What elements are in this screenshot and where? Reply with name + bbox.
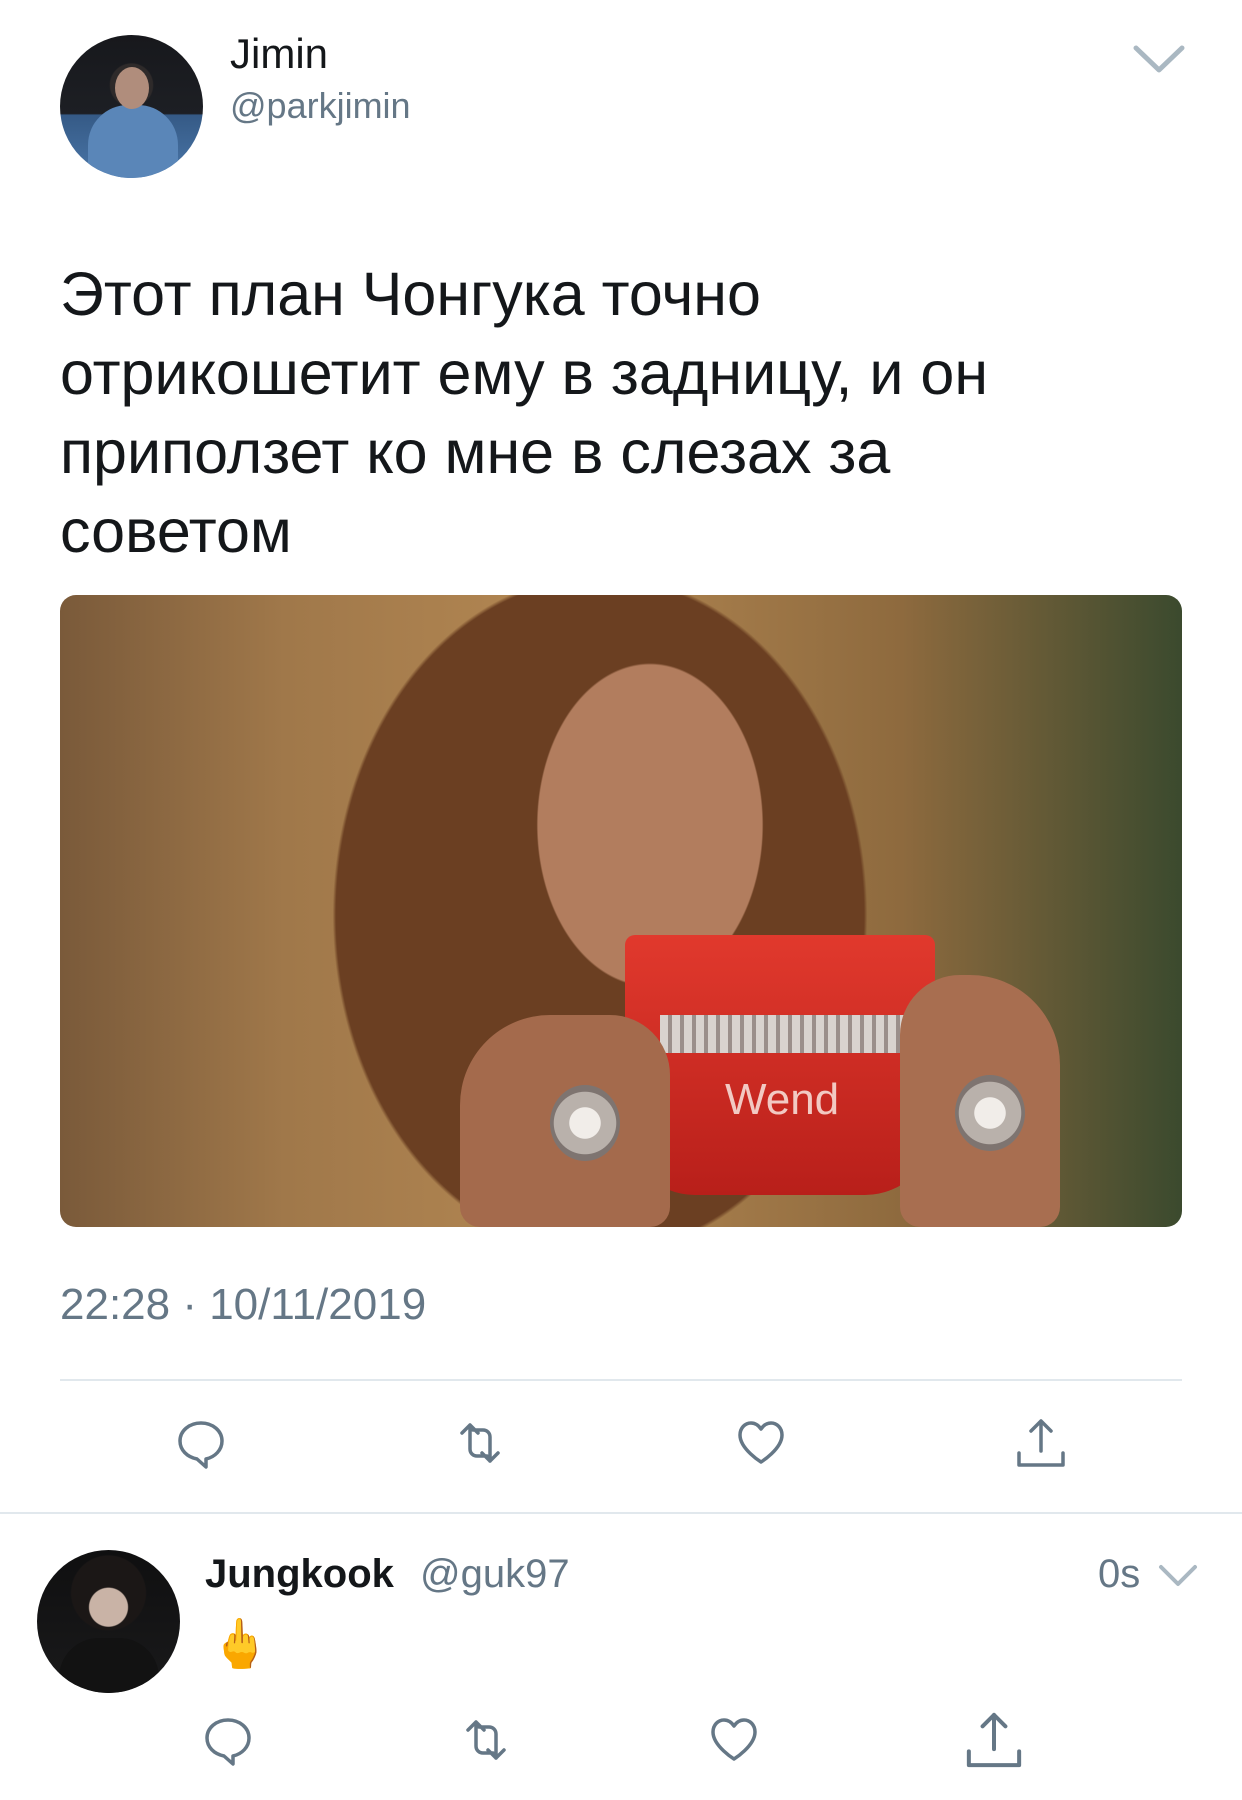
avatar-face	[115, 67, 149, 109]
reply-text: 🖕	[210, 1618, 270, 1671]
reply-author-handle[interactable]: @guk97	[420, 1552, 570, 1597]
chevron-down-icon[interactable]	[1158, 1560, 1198, 1590]
avatar[interactable]	[60, 35, 203, 178]
share-icon[interactable]	[962, 1708, 1026, 1772]
mug-shape	[625, 935, 935, 1195]
tweet-image[interactable]: Wend	[60, 595, 1182, 1227]
avatar-shirt	[88, 105, 178, 178]
divider	[0, 1512, 1242, 1514]
share-icon[interactable]	[1013, 1415, 1069, 1471]
tweet-text: Этот план Чонгука точно отрикошетит ему …	[60, 260, 989, 565]
ring-right	[955, 1075, 1025, 1151]
chevron-down-icon[interactable]	[1132, 40, 1186, 76]
like-icon[interactable]	[733, 1415, 789, 1471]
avatar[interactable]	[37, 1550, 180, 1693]
author-name[interactable]: Jimin	[230, 30, 328, 78]
reply-icon[interactable]	[200, 1712, 256, 1768]
retweet-icon[interactable]	[452, 1415, 508, 1471]
retweet-icon[interactable]	[458, 1712, 514, 1768]
mug-band	[660, 1015, 915, 1053]
divider	[60, 1379, 1182, 1381]
ring-left	[550, 1085, 620, 1161]
reply-time: 0s	[1098, 1552, 1141, 1596]
tweet-timestamp[interactable]: 22:28 · 10/11/2019	[60, 1280, 426, 1330]
reply-icon[interactable]	[173, 1415, 229, 1471]
mug-text: Wend	[725, 1075, 840, 1124]
author-handle[interactable]: @parkjimin	[230, 85, 411, 127]
avatar-body	[59, 1638, 159, 1693]
like-icon[interactable]	[706, 1712, 762, 1768]
reply-author-name[interactable]: Jungkook	[205, 1552, 394, 1597]
